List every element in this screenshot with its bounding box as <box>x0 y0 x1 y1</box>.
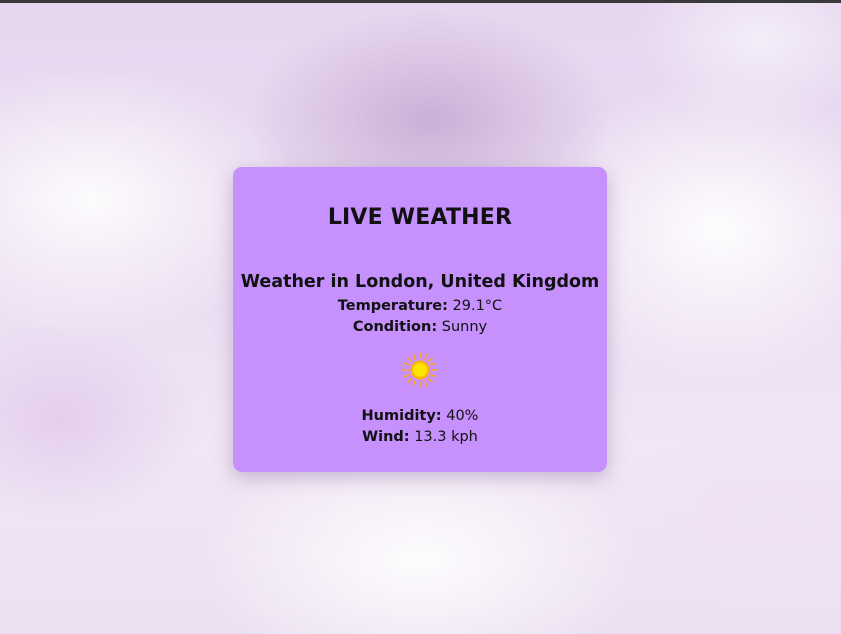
humidity-row: Humidity: 40% <box>233 407 607 425</box>
weather-card: LIVE WEATHER Weather in London, United K… <box>233 167 607 472</box>
wind-value: 13.3 kph <box>414 429 478 445</box>
condition-value: Sunny <box>441 319 488 335</box>
humidity-label: Humidity: <box>361 408 442 424</box>
wind-label: Wind: <box>362 429 410 445</box>
humidity-value: 40% <box>446 408 479 424</box>
sun-icon <box>402 352 438 388</box>
window-top-edge <box>0 0 841 3</box>
condition-row: Condition: Sunny <box>233 318 607 336</box>
app-title: LIVE WEATHER <box>327 205 513 230</box>
location-heading: Weather in London, United Kingdom <box>240 272 600 292</box>
temperature-row: Temperature: 29.1°C <box>233 297 607 315</box>
wind-row: Wind: 13.3 kph <box>233 428 607 446</box>
temperature-label: Temperature: <box>337 298 448 314</box>
condition-label: Condition: <box>352 319 438 335</box>
temperature-value: 29.1°C <box>452 298 503 314</box>
